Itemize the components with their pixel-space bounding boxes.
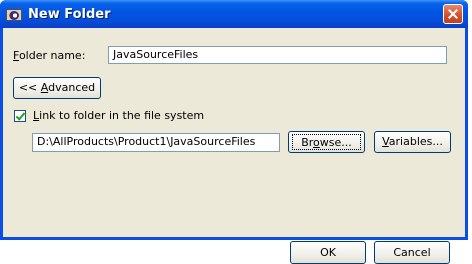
variables-button[interactable]: Variables... bbox=[374, 131, 451, 153]
advanced-button[interactable]: << Advanced bbox=[13, 77, 101, 99]
link-to-filesystem-option[interactable]: Link to folder in the file system bbox=[14, 109, 204, 122]
close-button[interactable] bbox=[443, 4, 463, 24]
link-to-filesystem-label: Link to folder in the file system bbox=[33, 109, 205, 122]
title-bar[interactable]: New Folder bbox=[0, 0, 468, 28]
location-path-input[interactable]: D:\AllProducts\Product1\JavaSourceFiles bbox=[32, 133, 280, 152]
cancel-button[interactable]: Cancel bbox=[374, 241, 450, 264]
folder-name-input[interactable]: JavaSourceFiles bbox=[108, 46, 447, 64]
new-folder-dialog: New Folder Folder name: JavaSourceFiles … bbox=[0, 0, 468, 264]
window-title: New Folder bbox=[28, 6, 111, 22]
ok-button[interactable]: OK bbox=[290, 241, 366, 264]
link-to-filesystem-checkbox[interactable] bbox=[14, 109, 26, 122]
eclipse-app-icon bbox=[6, 7, 22, 21]
dialog-content: Folder name: JavaSourceFiles << Advanced… bbox=[3, 28, 465, 264]
folder-name-label: Folder name: bbox=[13, 49, 86, 62]
browse-button[interactable]: Browse... bbox=[288, 131, 365, 153]
